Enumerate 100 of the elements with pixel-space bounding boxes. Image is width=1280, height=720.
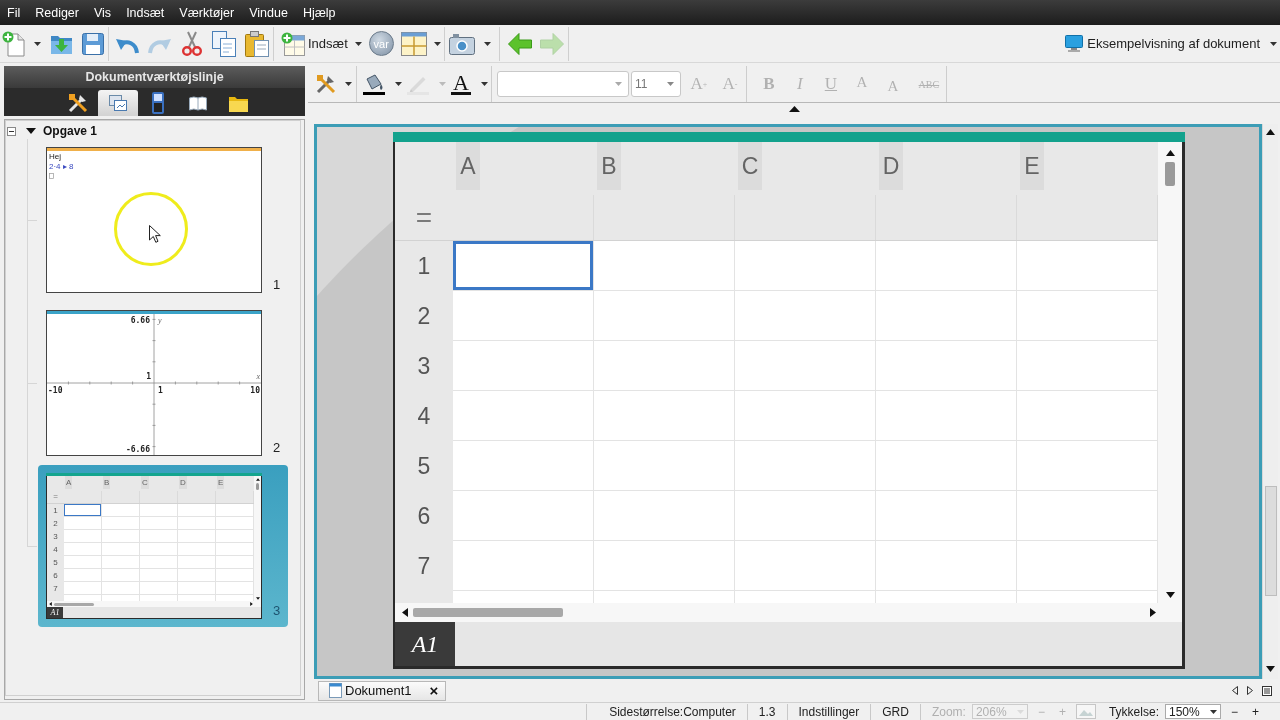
tick-label: 6.66 (130, 316, 150, 325)
axis-title: y (158, 316, 162, 325)
font-field[interactable] (496, 71, 629, 97)
caret-icon[interactable] (395, 82, 402, 86)
menu-item[interactable]: Rediger (28, 2, 86, 23)
picture-icon[interactable] (1075, 704, 1096, 719)
empty-box-icon (49, 173, 54, 179)
page-size-label: Sidestørrelse:Computer (609, 704, 736, 719)
scroll-thumb[interactable] (1264, 486, 1277, 596)
caret-icon[interactable] (354, 41, 362, 46)
menu-item[interactable]: Hjælp (295, 2, 343, 23)
preview-button[interactable]: Eksempelvisning af dokument (1065, 35, 1260, 52)
clipboard-icon[interactable] (245, 30, 269, 57)
down-triangle-icon[interactable] (26, 128, 36, 134)
settings-button[interactable]: Indstillinger (798, 704, 860, 719)
left-triangle-icon[interactable] (49, 602, 52, 606)
up-triangle-icon[interactable] (1266, 129, 1275, 135)
pages-icon (109, 95, 127, 111)
cursor-icon (149, 225, 161, 243)
sheet-cell[interactable] (64, 504, 102, 517)
right-triangle-icon[interactable] (1150, 608, 1156, 617)
caret-icon[interactable] (483, 41, 491, 46)
column-header[interactable]: E (1020, 142, 1044, 190)
insert-button[interactable]: Indsæt (281, 31, 348, 56)
list-icon[interactable] (1262, 685, 1272, 696)
column-header[interactable]: D (879, 142, 903, 190)
menu-item[interactable]: Vis (87, 2, 119, 23)
copy-pages-icon[interactable] (212, 30, 236, 57)
scroll-thumb[interactable] (54, 602, 94, 606)
menu-item[interactable]: Indsæt (119, 2, 172, 23)
column-header[interactable]: B (103, 476, 111, 489)
book-icon (189, 95, 207, 111)
increase-button[interactable]: + (1248, 704, 1263, 719)
tools-icon[interactable] (316, 74, 336, 94)
decrease-button[interactable]: − (1226, 704, 1242, 719)
grid-layout-icon[interactable] (400, 31, 427, 56)
document-icon (329, 683, 342, 698)
caret-icon (666, 82, 674, 86)
caret-icon[interactable] (433, 41, 441, 46)
zoom-label: Zoom: (931, 704, 966, 719)
page-number: 3 (273, 604, 281, 617)
scissors-icon[interactable] (181, 31, 203, 56)
right-triangle-icon[interactable] (250, 602, 253, 606)
formula-marker: = (415, 203, 433, 232)
scroll-thumb[interactable] (1165, 162, 1175, 186)
up-triangle-icon[interactable] (255, 478, 260, 481)
sheet-cell[interactable] (453, 241, 594, 291)
up-triangle-icon[interactable] (1165, 150, 1175, 156)
menu-item[interactable]: Fil (0, 2, 28, 23)
left-triangle-icon[interactable] (402, 608, 408, 617)
scroll-thumb[interactable] (413, 608, 563, 617)
tools-icon (68, 93, 88, 113)
page-indicator: 1.3 (758, 704, 776, 719)
math-expression: 2·4 ▸ 8 (49, 163, 74, 171)
text-color-button[interactable]: A (451, 73, 471, 95)
right-triangle-icon[interactable] (1247, 686, 1253, 695)
panel-header: Dokumentværktøjslinje (4, 66, 305, 88)
left-triangle-icon[interactable] (1232, 686, 1238, 695)
column-header[interactable]: A (456, 142, 480, 190)
column-header[interactable]: E (217, 476, 225, 489)
thickness-label: Tykkelse: (1108, 704, 1159, 719)
page-number: 1 (273, 278, 281, 291)
column-header[interactable]: D (179, 476, 187, 489)
camera-icon[interactable] (448, 32, 475, 55)
tick-label: 10 (250, 386, 260, 395)
page-number: 2 (273, 441, 281, 454)
up-triangle-icon[interactable] (788, 106, 800, 112)
column-header[interactable]: A (65, 476, 73, 489)
left-arrow-icon[interactable] (507, 32, 532, 55)
monitor-icon (1065, 35, 1084, 52)
page-plus-icon[interactable] (2, 30, 25, 57)
menu-item[interactable]: Værktøjer (172, 2, 242, 23)
size-field[interactable]: 11 (630, 71, 681, 97)
caret-icon (1209, 709, 1217, 714)
caret-icon[interactable] (1270, 41, 1277, 46)
cell-reference: A1 (395, 622, 455, 666)
caret-icon (614, 82, 622, 86)
menu-item[interactable]: Vindue (242, 2, 295, 23)
folder-icon (228, 94, 248, 112)
close-button[interactable]: × (429, 682, 439, 699)
column-header[interactable]: C (141, 476, 149, 489)
angle-mode-label: GRD (882, 704, 909, 719)
down-triangle-icon[interactable] (1266, 666, 1275, 672)
scroll-thumb[interactable] (256, 483, 259, 490)
down-triangle-icon[interactable] (1165, 592, 1175, 598)
paint-bucket-icon[interactable] (363, 73, 385, 95)
document-tab[interactable]: Dokument1 × (318, 680, 447, 701)
caret-icon[interactable] (480, 82, 488, 86)
note-text: Hej (49, 153, 61, 161)
caret-icon[interactable] (345, 82, 352, 86)
thickness-field[interactable]: 150% (1164, 704, 1221, 719)
column-header[interactable]: B (597, 142, 621, 190)
minus-box-icon[interactable] (7, 126, 16, 136)
down-triangle-icon[interactable] (255, 597, 260, 600)
column-header[interactable]: C (738, 142, 762, 190)
caret-icon[interactable] (34, 41, 41, 46)
problem-title[interactable]: Opgave 1 (43, 124, 98, 138)
axis-title: x (256, 372, 260, 381)
formula-marker: = (53, 493, 58, 501)
tick-label: -10 (48, 386, 63, 395)
